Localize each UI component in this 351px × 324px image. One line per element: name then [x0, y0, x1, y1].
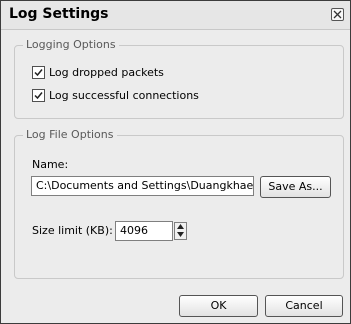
log-file-options-group: Log File Options: [14, 128, 344, 279]
log-file-options-legend: Log File Options: [23, 128, 117, 141]
stepper-down-arrow-icon[interactable]: [175, 231, 186, 239]
log-dropped-packets-label: Log dropped packets: [49, 65, 164, 79]
log-settings-dialog: Log Settings Logging Options Log dropped…: [0, 0, 351, 324]
checkmark-icon: [34, 68, 43, 76]
title-bar[interactable]: Log Settings: [1, 1, 350, 30]
logging-options-legend: Logging Options: [23, 38, 119, 51]
log-successful-connections-label: Log successful connections: [49, 88, 199, 102]
size-limit-label: Size limit (KB):: [32, 224, 113, 237]
stepper-up-arrow-icon[interactable]: [175, 223, 186, 231]
logging-options-group: Logging Options: [14, 38, 344, 119]
cancel-button[interactable]: Cancel: [265, 295, 343, 317]
close-icon[interactable]: [331, 8, 344, 21]
log-successful-connections-checkbox[interactable]: [32, 88, 45, 102]
size-limit-input[interactable]: 4096: [115, 221, 173, 241]
log-dropped-packets-checkbox[interactable]: [32, 65, 45, 79]
save-as-button[interactable]: Save As...: [260, 176, 331, 198]
name-label: Name:: [32, 158, 69, 171]
size-limit-stepper[interactable]: [174, 222, 187, 240]
ok-button[interactable]: OK: [179, 295, 258, 317]
checkmark-icon: [34, 91, 43, 99]
log-successful-connections-checkbox-row[interactable]: Log successful connections: [32, 87, 199, 103]
log-file-name-input[interactable]: C:\Documents and Settings\Duangkhae\De: [31, 176, 254, 196]
log-dropped-packets-checkbox-row[interactable]: Log dropped packets: [32, 64, 164, 80]
dialog-title: Log Settings: [9, 6, 109, 22]
